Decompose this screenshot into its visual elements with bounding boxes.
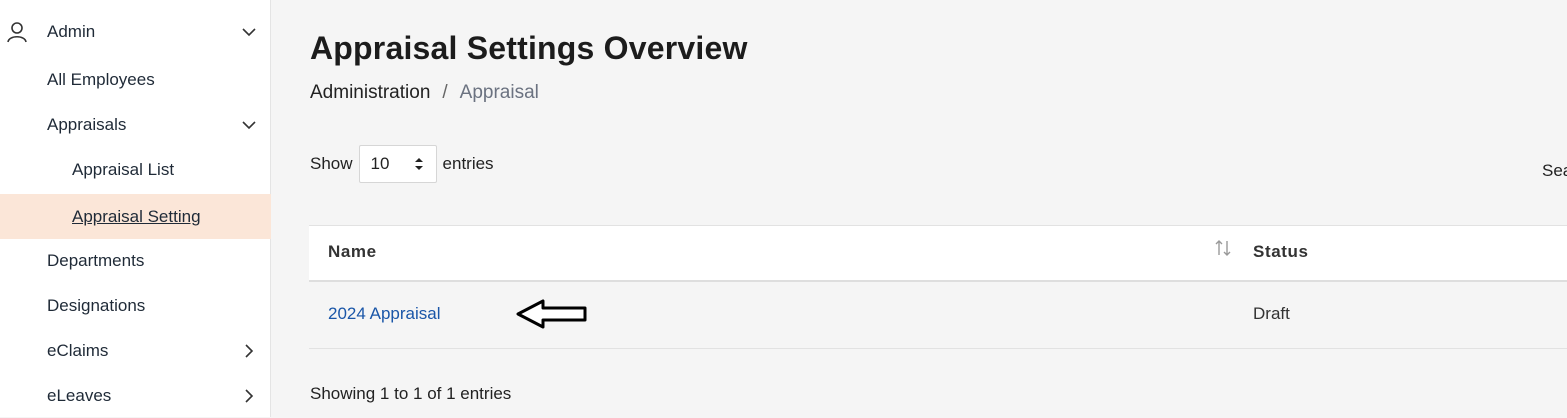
select-arrows-icon (414, 156, 424, 172)
page-length-select[interactable]: 10 (358, 145, 437, 183)
sidebar-section-label: Admin (47, 21, 96, 41)
sidebar-item-label: Appraisal List (72, 159, 175, 179)
breadcrumb-separator: / (442, 82, 448, 103)
entries-label: entries (442, 154, 494, 173)
sidebar-item-label: Appraisals (47, 114, 127, 134)
sidebar-item-label: eLeaves (47, 385, 112, 405)
chevron-right-icon (241, 388, 257, 404)
chevron-right-icon (241, 343, 257, 359)
show-label: Show (310, 154, 353, 173)
status-cell: Draft (1253, 304, 1290, 323)
sidebar-item-designations[interactable]: Designations (0, 283, 271, 328)
page-title: Appraisal Settings Overview (310, 30, 748, 66)
sidebar-item-all-employees[interactable]: All Employees (0, 57, 271, 102)
breadcrumb-administration[interactable]: Administration (310, 82, 430, 104)
sidebar-item-appraisal-list[interactable]: Appraisal List (0, 147, 271, 192)
column-header-name[interactable]: Name (328, 242, 377, 262)
table-info: Showing 1 to 1 of 1 entries (310, 384, 512, 403)
sidebar-section-admin[interactable]: Admin (0, 9, 271, 54)
sidebar-item-label: All Employees (47, 69, 155, 89)
sidebar-item-departments[interactable]: Departments (0, 238, 271, 283)
arrow-left-icon (515, 296, 589, 332)
page-length-control: Show 10 entries (310, 145, 494, 183)
sidebar-item-label: Designations (47, 295, 146, 315)
sidebar: Admin All Employees Appraisals Appraisal… (0, 0, 271, 417)
user-icon (6, 21, 28, 43)
search-label: Sea (1542, 161, 1567, 180)
appraisal-name-link[interactable]: 2024 Appraisal (328, 304, 440, 324)
appraisal-settings-table: Name Status 2024 Appraisal Draft (309, 225, 1567, 349)
breadcrumb: Administration / Appraisal (310, 82, 539, 104)
sidebar-item-appraisals[interactable]: Appraisals (0, 102, 271, 147)
page-length-value: 10 (370, 154, 390, 173)
sidebar-item-label: eClaims (47, 340, 109, 360)
breadcrumb-current: Appraisal (459, 82, 539, 103)
sidebar-item-eclaims[interactable]: eClaims (0, 328, 271, 373)
sidebar-item-label: Departments (47, 250, 145, 270)
sidebar-item-label: Appraisal Setting (72, 206, 201, 226)
sort-icon[interactable] (1214, 238, 1232, 258)
sidebar-item-appraisal-setting[interactable]: Appraisal Setting (0, 194, 271, 239)
chevron-down-icon (241, 117, 257, 133)
table-header: Name Status (309, 225, 1567, 282)
column-header-status[interactable]: Status (1253, 242, 1309, 262)
main-content: Appraisal Settings Overview Administrati… (272, 0, 1567, 417)
chevron-down-icon (241, 24, 257, 40)
sidebar-item-eleaves[interactable]: eLeaves (0, 373, 271, 418)
table-row: 2024 Appraisal Draft (309, 282, 1567, 349)
